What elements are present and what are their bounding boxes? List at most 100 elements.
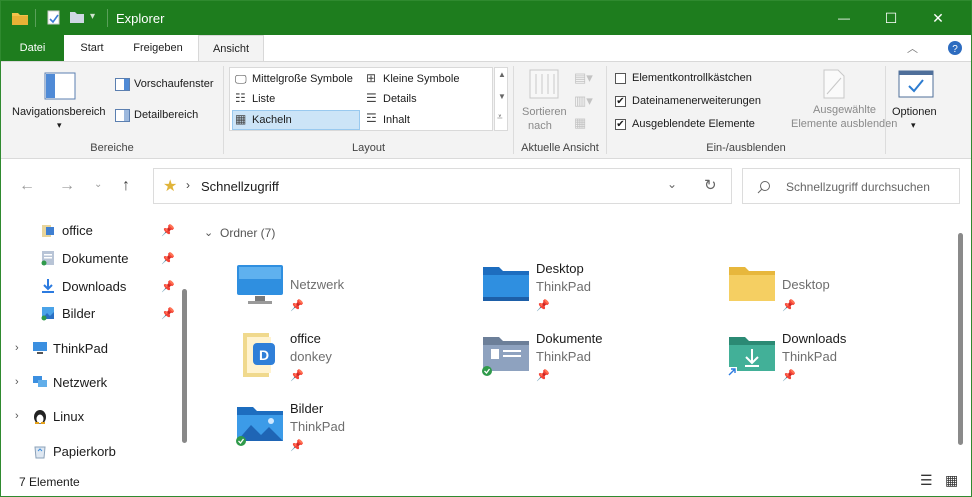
breadcrumb-location[interactable]: Schnellzugriff bbox=[201, 179, 279, 194]
breadcrumb-chevron-icon[interactable]: › bbox=[186, 178, 190, 192]
large-icons-view-toggle-icon[interactable]: ▦ bbox=[945, 472, 958, 489]
options-button[interactable]: Optionen ▾ bbox=[887, 66, 945, 140]
hidden-items-checkbox[interactable]: ✔ bbox=[615, 119, 626, 130]
help-icon[interactable]: ? bbox=[947, 40, 963, 56]
nav-item-bilder[interactable]: Bilder bbox=[41, 302, 176, 324]
pin-icon[interactable]: 📌 bbox=[290, 439, 304, 452]
hidden-items-label: Ausgeblendete Elemente bbox=[632, 118, 755, 130]
search-icon bbox=[757, 181, 770, 194]
item-checkboxes-checkbox[interactable] bbox=[615, 73, 626, 84]
group-header-label: Ordner (7) bbox=[220, 226, 276, 240]
expand-chevron-icon[interactable]: › bbox=[15, 410, 19, 422]
expand-chevron-icon[interactable]: › bbox=[15, 376, 19, 388]
ribbon-tabs: Datei Start Freigeben Ansicht ︿ ? bbox=[1, 35, 971, 62]
add-columns-icon[interactable]: ▥▾ bbox=[574, 93, 593, 109]
layout-gallery-scroll[interactable]: ▲ ▼ ⩡ bbox=[494, 67, 508, 131]
pin-icon[interactable]: 📌 bbox=[161, 307, 175, 320]
nav-item-netzwerk[interactable]: Netzwerk bbox=[32, 371, 172, 393]
pin-icon[interactable]: 📌 bbox=[782, 369, 796, 382]
details-view-toggle-icon[interactable]: ☰ bbox=[920, 472, 933, 489]
layout-tiles[interactable]: ▦ Kacheln bbox=[232, 110, 360, 130]
nav-item-papierkorb[interactable]: Papierkorb bbox=[32, 440, 172, 462]
tile-netzwerk[interactable]: Netzwerk 📌 bbox=[235, 261, 465, 321]
refresh-icon[interactable]: ↻ bbox=[704, 176, 717, 194]
properties-icon[interactable] bbox=[47, 10, 61, 26]
pin-icon[interactable]: 📌 bbox=[161, 252, 175, 265]
address-dropdown-icon[interactable]: ⌄ bbox=[667, 177, 677, 191]
collapse-group-chevron-icon[interactable]: ⌄ bbox=[204, 227, 213, 239]
group-by-icon[interactable]: ▤▾ bbox=[574, 70, 593, 86]
nav-item-office[interactable]: office bbox=[41, 219, 176, 241]
desktop-folder-icon bbox=[483, 267, 529, 301]
pin-icon[interactable]: 📌 bbox=[161, 224, 175, 237]
forward-arrow-icon[interactable]: → bbox=[59, 177, 75, 195]
gallery-more-icon[interactable]: ⩡ bbox=[497, 112, 503, 123]
computer-icon bbox=[33, 342, 47, 354]
search-box[interactable]: Schnellzugriff durchsuchen bbox=[742, 168, 960, 204]
nav-item-linux[interactable]: Linux bbox=[32, 405, 172, 427]
recycle-bin-icon bbox=[34, 446, 46, 459]
quick-access-toolbar-dropdown-icon[interactable]: ▾ bbox=[90, 11, 95, 22]
hidden-items-toggle[interactable]: ✔ Ausgeblendete Elemente bbox=[615, 117, 785, 133]
tile-desktop[interactable]: Desktop ThinkPad 📌 bbox=[481, 261, 711, 321]
item-checkboxes-toggle[interactable]: Elementkontrollkästchen bbox=[615, 71, 785, 87]
layout-small-icons-label: Kleine Symbole bbox=[383, 73, 460, 85]
pin-icon[interactable]: 📌 bbox=[290, 369, 304, 382]
pin-icon[interactable]: 📌 bbox=[161, 280, 175, 293]
downloads-folder-icon bbox=[727, 337, 775, 377]
file-extensions-checkbox[interactable]: ✔ bbox=[615, 96, 626, 107]
tab-start[interactable]: Start bbox=[65, 35, 119, 61]
nav-item-downloads[interactable]: Downloads bbox=[41, 275, 176, 297]
layout-medium-icons[interactable]: 🖵 Mittelgroße Symbole bbox=[232, 70, 360, 89]
tile-downloads[interactable]: Downloads ThinkPad 📌 bbox=[727, 331, 957, 391]
tab-freigeben[interactable]: Freigeben bbox=[119, 35, 197, 61]
hide-selected-button[interactable]: Ausgewählte Elemente ausblenden bbox=[785, 66, 897, 136]
layout-content[interactable]: ☲ Inhalt bbox=[363, 110, 491, 129]
back-arrow-icon[interactable]: ← bbox=[19, 177, 35, 195]
collapse-ribbon-icon[interactable]: ︿ bbox=[907, 40, 918, 56]
group-header[interactable]: ⌄ Ordner (7) bbox=[204, 225, 304, 243]
navigation-pane-scrollbar[interactable] bbox=[182, 289, 187, 443]
scroll-up-icon[interactable]: ▲ bbox=[498, 70, 506, 79]
monitor-icon bbox=[237, 265, 283, 304]
navigation-pane-button[interactable]: Navigationsbereich ▾ bbox=[7, 68, 111, 134]
up-arrow-icon[interactable]: ↑ bbox=[122, 177, 130, 195]
layout-list[interactable]: ☷ Liste bbox=[232, 90, 360, 109]
tab-ansicht[interactable]: Ansicht bbox=[198, 35, 264, 62]
tile-title: Dokumente bbox=[536, 331, 603, 346]
layout-small-icons[interactable]: ⊞ Kleine Symbole bbox=[363, 70, 491, 89]
pin-icon[interactable]: 📌 bbox=[536, 369, 550, 382]
close-button[interactable]: ✕ bbox=[915, 1, 961, 35]
details-pane-button[interactable]: Detailbereich bbox=[115, 107, 221, 125]
tile-desktop-yellow[interactable]: Desktop 📌 bbox=[727, 261, 957, 321]
tab-datei[interactable]: Datei bbox=[1, 35, 64, 61]
tile-bilder[interactable]: Bilder ThinkPad 📌 bbox=[235, 401, 465, 461]
minimize-button[interactable]: — bbox=[821, 1, 867, 35]
item-count: 7 Elemente bbox=[19, 475, 80, 489]
new-folder-icon[interactable] bbox=[69, 10, 85, 24]
pin-icon[interactable]: 📌 bbox=[290, 299, 304, 312]
expand-chevron-icon[interactable]: › bbox=[15, 342, 19, 354]
scroll-down-icon[interactable]: ▼ bbox=[498, 92, 506, 101]
ribbon: Navigationsbereich ▾ Vorschaufenster Det… bbox=[1, 61, 971, 159]
tile-dokumente[interactable]: Dokumente ThinkPad 📌 bbox=[481, 331, 711, 391]
preview-pane-button[interactable]: Vorschaufenster bbox=[115, 76, 221, 94]
nav-item-label: Linux bbox=[53, 408, 85, 424]
address-bar[interactable]: ★ › Schnellzugriff ⌄ ↻ bbox=[153, 168, 732, 204]
file-extensions-toggle[interactable]: ✔ Dateinamenerweiterungen bbox=[615, 94, 785, 110]
pictures-icon bbox=[41, 307, 54, 321]
office-folder-icon: D bbox=[243, 333, 275, 377]
sort-by-button[interactable]: Sortieren nach bbox=[518, 66, 570, 136]
pin-icon[interactable]: 📌 bbox=[536, 299, 550, 312]
tile-office[interactable]: D office donkey 📌 bbox=[235, 331, 465, 391]
recent-locations-icon[interactable]: ⌄ bbox=[94, 179, 102, 190]
size-columns-icon[interactable]: ▦ bbox=[574, 115, 586, 131]
nav-item-dokumente[interactable]: Dokumente bbox=[41, 247, 176, 269]
group-label-show-hide: Ein-/ausblenden bbox=[706, 142, 786, 154]
nav-item-thinkpad[interactable]: ThinkPad bbox=[32, 337, 172, 359]
pin-icon[interactable]: 📌 bbox=[782, 299, 796, 312]
layout-details[interactable]: ☰ Details bbox=[363, 90, 491, 109]
maximize-button[interactable]: ☐ bbox=[868, 1, 914, 35]
layout-list-label: Liste bbox=[252, 93, 276, 105]
content-scrollbar[interactable] bbox=[958, 233, 963, 445]
